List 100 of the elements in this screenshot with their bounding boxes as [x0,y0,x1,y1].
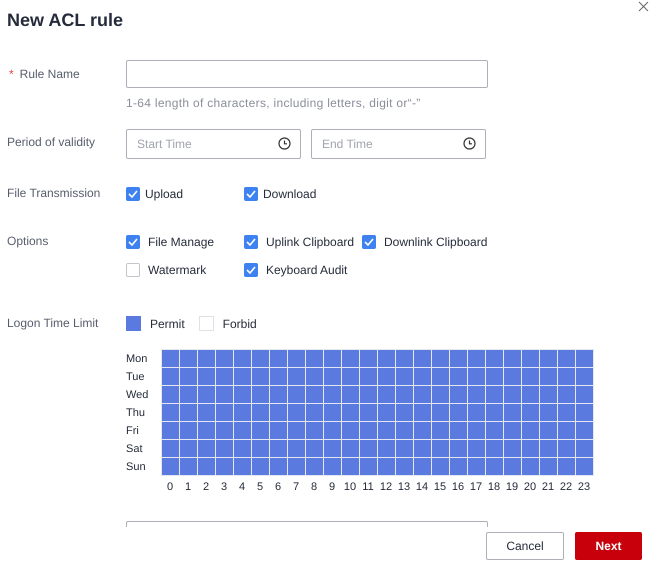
time-slot[interactable] [450,404,467,421]
time-slot[interactable] [252,350,269,367]
time-slot[interactable] [270,422,287,439]
time-slot[interactable] [162,350,179,367]
close-icon[interactable] [638,1,649,12]
time-slot[interactable] [522,350,539,367]
time-slot[interactable] [468,386,485,403]
time-slot[interactable] [540,368,557,385]
time-slot[interactable] [234,458,251,475]
time-slot[interactable] [252,440,269,457]
time-slot[interactable] [234,422,251,439]
time-slot[interactable] [576,386,593,403]
time-slot[interactable] [324,458,341,475]
time-slot[interactable] [216,440,233,457]
time-slot[interactable] [252,404,269,421]
time-slot[interactable] [432,440,449,457]
time-slot[interactable] [414,440,431,457]
time-slot[interactable] [288,458,305,475]
time-slot[interactable] [234,350,251,367]
time-slot[interactable] [216,404,233,421]
time-slot[interactable] [216,368,233,385]
time-slot[interactable] [288,386,305,403]
time-slot[interactable] [306,458,323,475]
time-slot[interactable] [288,404,305,421]
checkbox[interactable] [126,263,140,277]
start-time-field[interactable]: Start Time [126,129,301,159]
time-slot[interactable] [324,368,341,385]
time-slot[interactable] [504,404,521,421]
time-slot[interactable] [288,368,305,385]
time-slot[interactable] [558,350,575,367]
time-slot[interactable] [180,404,197,421]
time-slot[interactable] [198,350,215,367]
time-slot[interactable] [432,422,449,439]
time-slot[interactable] [432,458,449,475]
end-time-field[interactable]: End Time [311,129,486,159]
time-slot[interactable] [180,458,197,475]
time-slot[interactable] [162,440,179,457]
time-slot[interactable] [396,386,413,403]
time-slot[interactable] [216,350,233,367]
time-slot[interactable] [468,368,485,385]
time-slot[interactable] [216,422,233,439]
time-slot[interactable] [468,350,485,367]
time-slot[interactable] [180,440,197,457]
time-slot[interactable] [378,368,395,385]
time-slot[interactable] [414,404,431,421]
time-slot[interactable] [342,458,359,475]
time-slot[interactable] [486,422,503,439]
checkbox[interactable] [362,235,376,249]
time-slot[interactable] [504,422,521,439]
time-slot[interactable] [432,350,449,367]
time-slot[interactable] [342,386,359,403]
checkbox[interactable] [244,187,258,201]
time-slot[interactable] [540,404,557,421]
time-slot[interactable] [522,404,539,421]
time-slot[interactable] [198,458,215,475]
time-slot[interactable] [306,386,323,403]
time-slot[interactable] [558,404,575,421]
checkbox[interactable] [126,235,140,249]
time-slot[interactable] [450,422,467,439]
time-slot[interactable] [540,386,557,403]
time-slot[interactable] [378,422,395,439]
time-slot[interactable] [198,404,215,421]
next-button[interactable]: Next [575,532,642,560]
time-slot[interactable] [486,458,503,475]
time-slot[interactable] [558,368,575,385]
time-slot[interactable] [522,440,539,457]
time-slot[interactable] [576,404,593,421]
time-slot[interactable] [432,386,449,403]
time-slot[interactable] [504,350,521,367]
time-slot[interactable] [468,422,485,439]
time-slot[interactable] [342,350,359,367]
time-slot[interactable] [306,368,323,385]
time-slot[interactable] [324,350,341,367]
time-slot[interactable] [378,440,395,457]
time-slot[interactable] [306,440,323,457]
time-slot[interactable] [486,368,503,385]
time-slot[interactable] [558,422,575,439]
time-slot[interactable] [270,350,287,367]
time-slot[interactable] [342,368,359,385]
time-slot[interactable] [342,422,359,439]
time-slot[interactable] [234,440,251,457]
cancel-button[interactable]: Cancel [486,532,564,560]
time-slot[interactable] [216,386,233,403]
time-slot[interactable] [198,422,215,439]
time-slot[interactable] [468,440,485,457]
time-slot[interactable] [504,440,521,457]
time-slot[interactable] [486,404,503,421]
time-slot[interactable] [504,368,521,385]
time-slot[interactable] [522,422,539,439]
time-slot[interactable] [162,404,179,421]
time-slot[interactable] [396,350,413,367]
time-slot[interactable] [324,386,341,403]
time-slot[interactable] [486,350,503,367]
time-slot[interactable] [522,368,539,385]
time-slot[interactable] [270,386,287,403]
time-slot[interactable] [432,404,449,421]
time-slot[interactable] [486,386,503,403]
time-slot[interactable] [558,386,575,403]
time-slot[interactable] [576,458,593,475]
time-slot[interactable] [216,458,233,475]
